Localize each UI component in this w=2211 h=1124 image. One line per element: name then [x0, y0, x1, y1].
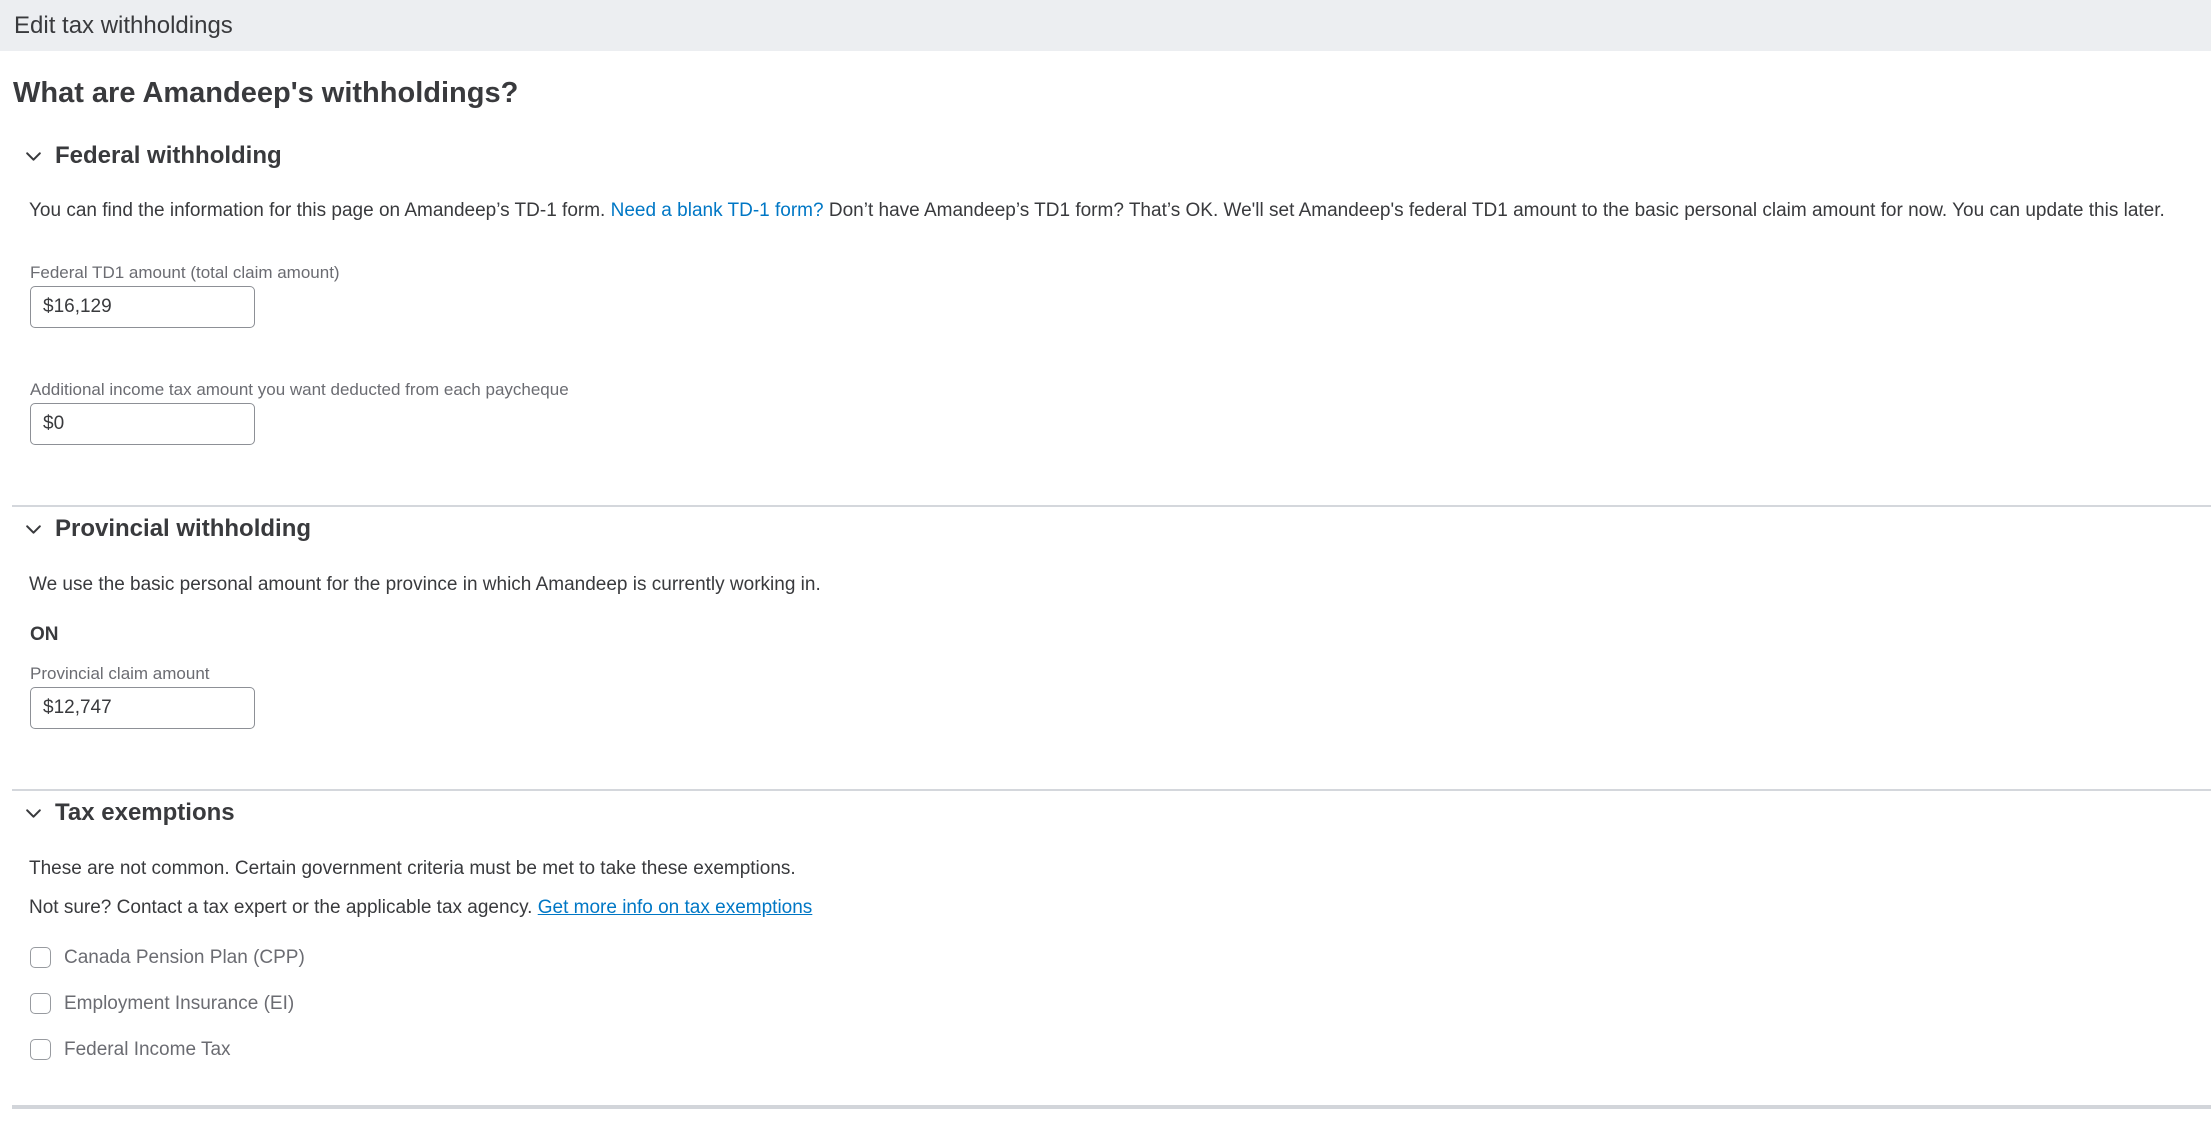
- federal-intro-text: You can find the information for this pa…: [29, 201, 2189, 221]
- provincial-withholding-section-toggle[interactable]: Provincial withholding: [24, 515, 2211, 543]
- province-code: ON: [30, 625, 2211, 645]
- section-divider: [12, 505, 2211, 507]
- blank-td1-form-link[interactable]: Need a blank TD-1 form?: [611, 200, 824, 221]
- chevron-down-icon: [24, 804, 43, 823]
- window-titlebar: Edit tax withholdings: [0, 0, 2211, 51]
- federal-intro-after: Don’t have Amandeep’s TD1 form? That’s O…: [824, 200, 2165, 221]
- federal-income-tax-exemption-row: Federal Income Tax: [30, 1037, 2211, 1061]
- exemptions-line2-text: Not sure? Contact a tax expert or the ap…: [29, 897, 538, 918]
- chevron-down-icon: [24, 147, 43, 166]
- ei-exemption-row: Employment Insurance (EI): [30, 991, 2211, 1015]
- federal-td1-amount-label: Federal TD1 amount (total claim amount): [30, 264, 2211, 281]
- ei-exemption-label: Employment Insurance (EI): [64, 993, 294, 1014]
- main-heading: What are Amandeep's withholdings?: [13, 78, 2211, 108]
- provincial-section-title: Provincial withholding: [55, 515, 311, 543]
- ei-exemption-checkbox[interactable]: [30, 993, 51, 1014]
- federal-income-tax-exemption-label: Federal Income Tax: [64, 1039, 231, 1060]
- federal-intro-before: You can find the information for this pa…: [29, 200, 611, 221]
- cpp-exemption-row: Canada Pension Plan (CPP): [30, 945, 2211, 969]
- additional-income-tax-input[interactable]: [30, 403, 255, 445]
- tax-exemptions-section-toggle[interactable]: Tax exemptions: [24, 799, 2211, 827]
- additional-income-tax-label: Additional income tax amount you want de…: [30, 381, 2211, 398]
- chevron-down-icon: [24, 520, 43, 539]
- provincial-description: We use the basic personal amount for the…: [29, 575, 2189, 595]
- tax-exemptions-info-link[interactable]: Get more info on tax exemptions: [538, 897, 813, 918]
- footer-divider: [12, 1105, 2211, 1109]
- federal-income-tax-exemption-checkbox[interactable]: [30, 1039, 51, 1060]
- federal-td1-amount-input[interactable]: [30, 286, 255, 328]
- page-title: Edit tax withholdings: [14, 12, 233, 40]
- federal-withholding-section-toggle[interactable]: Federal withholding: [24, 142, 2211, 170]
- provincial-claim-amount-input[interactable]: [30, 687, 255, 729]
- exemptions-line1: These are not common. Certain government…: [29, 859, 2189, 879]
- cpp-exemption-label: Canada Pension Plan (CPP): [64, 947, 305, 968]
- cpp-exemption-checkbox[interactable]: [30, 947, 51, 968]
- provincial-claim-amount-label: Provincial claim amount: [30, 665, 2211, 682]
- exemptions-section-title: Tax exemptions: [55, 799, 235, 827]
- exemptions-line2: Not sure? Contact a tax expert or the ap…: [29, 898, 2189, 918]
- section-divider: [12, 789, 2211, 791]
- federal-section-title: Federal withholding: [55, 142, 282, 170]
